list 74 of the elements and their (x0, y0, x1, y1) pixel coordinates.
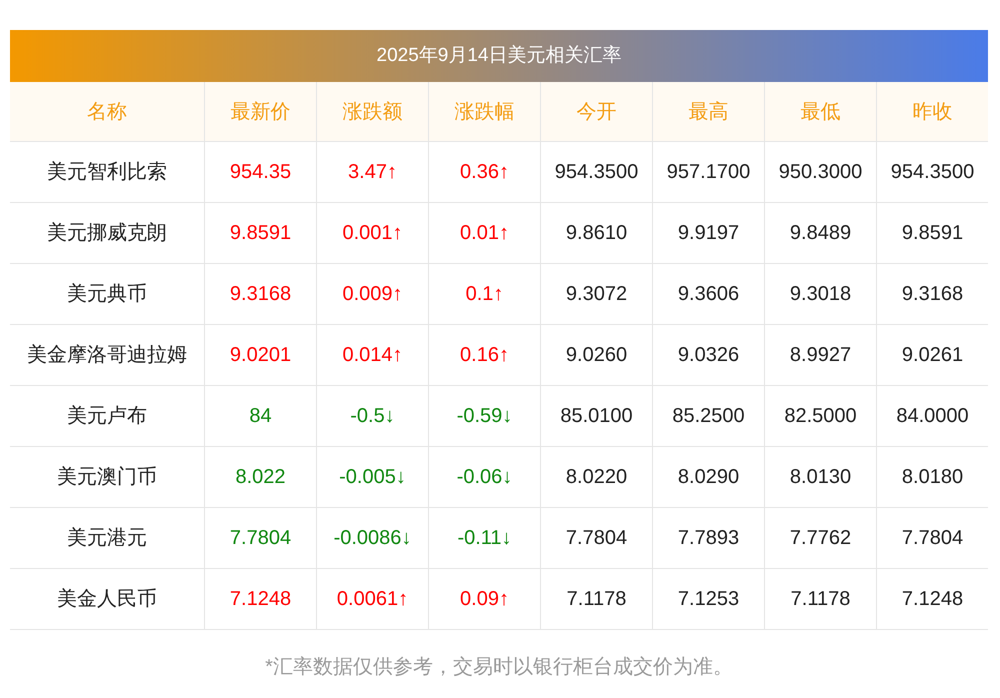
table-cell: 8.0220 (541, 447, 653, 508)
table-cell: 9.0261 (877, 325, 988, 386)
currency-name: 美元澳门币 (10, 447, 205, 508)
table-cell: 82.5000 (765, 386, 877, 447)
table-cell: 957.1700 (653, 142, 765, 203)
currency-name: 美元典币 (10, 264, 205, 325)
table-cell: 7.1248 (205, 569, 317, 630)
table-cell: 954.35 (205, 142, 317, 203)
table-cell: 9.8489 (765, 203, 877, 264)
table-cell: 8.0290 (653, 447, 765, 508)
table-cell: 954.3500 (541, 142, 653, 203)
table-cell: 9.3168 (205, 264, 317, 325)
table-cell: 7.7893 (653, 508, 765, 569)
table-cell: 7.7762 (765, 508, 877, 569)
table-cell: 7.1253 (653, 569, 765, 630)
table-cell: 9.3168 (877, 264, 988, 325)
table-cell: 85.2500 (653, 386, 765, 447)
table-cell: -0.005↓ (317, 447, 429, 508)
table-cell: -0.0086↓ (317, 508, 429, 569)
table-cell: -0.59↓ (429, 386, 541, 447)
table-cell: 0.014↑ (317, 325, 429, 386)
table-cell: 0.009↑ (317, 264, 429, 325)
table-cell: 9.9197 (653, 203, 765, 264)
currency-name: 美元港元 (10, 508, 205, 569)
column-header: 最高 (653, 82, 765, 142)
table-cell: 9.3018 (765, 264, 877, 325)
column-header: 最新价 (205, 82, 317, 142)
table-cell: 8.9927 (765, 325, 877, 386)
table-cell: 9.3072 (541, 264, 653, 325)
table-cell: 954.3500 (877, 142, 988, 203)
column-header: 名称 (10, 82, 205, 142)
table-cell: 0.1↑ (429, 264, 541, 325)
currency-name: 美元挪威克朗 (10, 203, 205, 264)
table-cell: 9.8591 (205, 203, 317, 264)
table-cell: 7.1178 (541, 569, 653, 630)
column-header: 今开 (541, 82, 653, 142)
table-cell: 7.1178 (765, 569, 877, 630)
table-cell: 9.3606 (653, 264, 765, 325)
table-cell: 84 (205, 386, 317, 447)
table-cell: 8.022 (205, 447, 317, 508)
table-cell: -0.5↓ (317, 386, 429, 447)
table-title: 2025年9月14日美元相关汇率 (10, 30, 988, 82)
currency-name: 美元卢布 (10, 386, 205, 447)
table-cell: 8.0180 (877, 447, 988, 508)
footnote: *汇率数据仅供参考，交易时以银行柜台成交价为准。 (264, 655, 734, 680)
table-cell: 84.0000 (877, 386, 988, 447)
table-cell: 0.0061↑ (317, 569, 429, 630)
table-cell: 85.0100 (541, 386, 653, 447)
column-header: 涨跌幅 (429, 82, 541, 142)
table-cell: 7.7804 (205, 508, 317, 569)
table-cell: -0.11↓ (429, 508, 541, 569)
table-cell: 7.7804 (877, 508, 988, 569)
column-header: 最低 (765, 82, 877, 142)
table-cell: 9.8591 (877, 203, 988, 264)
table-cell: 0.001↑ (317, 203, 429, 264)
column-header: 涨跌额 (317, 82, 429, 142)
table-cell: 0.09↑ (429, 569, 541, 630)
table-cell: -0.06↓ (429, 447, 541, 508)
table-cell: 0.16↑ (429, 325, 541, 386)
currency-name: 美金摩洛哥迪拉姆 (10, 325, 205, 386)
table-cell: 9.8610 (541, 203, 653, 264)
table-cell: 7.7804 (541, 508, 653, 569)
table-cell: 0.36↑ (429, 142, 541, 203)
table-cell: 3.47↑ (317, 142, 429, 203)
table-cell: 0.01↑ (429, 203, 541, 264)
currency-name: 美元智利比索 (10, 142, 205, 203)
currency-name: 美金人民币 (10, 569, 205, 630)
table-cell: 950.3000 (765, 142, 877, 203)
table-cell: 9.0201 (205, 325, 317, 386)
table-cell: 9.0326 (653, 325, 765, 386)
table-cell: 9.0260 (541, 325, 653, 386)
table-cell: 8.0130 (765, 447, 877, 508)
table-cell: 7.1248 (877, 569, 988, 630)
column-header: 昨收 (877, 82, 988, 142)
